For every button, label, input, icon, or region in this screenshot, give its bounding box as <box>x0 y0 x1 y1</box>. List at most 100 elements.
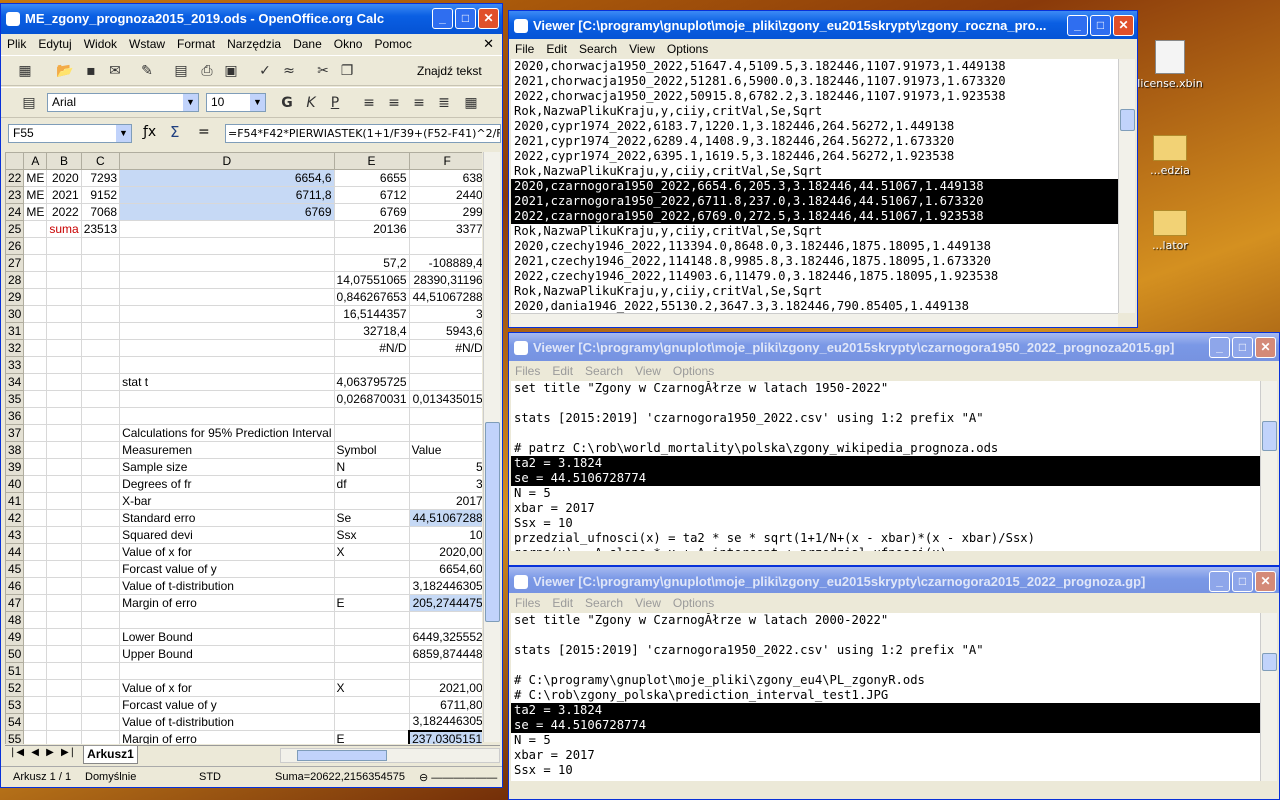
align-right-icon[interactable]: ≡ <box>409 93 429 113</box>
cell-a35[interactable] <box>23 390 48 408</box>
cell-f26[interactable] <box>408 237 482 255</box>
cell-d46[interactable]: Value of t-distribution <box>119 577 335 595</box>
row-header[interactable]: 41 <box>5 492 25 510</box>
scrollbar-thumb[interactable] <box>1120 109 1135 131</box>
cell-f46[interactable]: 3,182446305 <box>408 577 482 595</box>
cell-d40[interactable]: Degrees of fr <box>119 475 335 493</box>
cell-e25[interactable]: 20136 <box>333 220 410 238</box>
menu-format[interactable]: Format <box>177 37 215 51</box>
cell-b54[interactable] <box>46 713 82 731</box>
maximize-button[interactable]: □ <box>1232 337 1253 358</box>
row-header[interactable]: 25 <box>5 220 25 238</box>
cell-b43[interactable] <box>46 526 82 544</box>
cell-a34[interactable] <box>23 373 48 391</box>
cell-b47[interactable] <box>46 594 82 612</box>
cell-c46[interactable] <box>80 577 121 595</box>
cell-f54[interactable]: 3,182446305 <box>408 713 482 731</box>
menu-view[interactable]: View <box>635 364 661 378</box>
cell-a47[interactable] <box>23 594 48 612</box>
justify-icon[interactable]: ≣ <box>434 93 454 113</box>
menu-view[interactable]: View <box>629 42 655 56</box>
cell-f38[interactable]: Value <box>408 441 482 459</box>
calc-title-bar[interactable]: ME_zgony_prognoza2015_2019.ods - OpenOff… <box>1 4 502 34</box>
cell-c49[interactable] <box>80 628 121 646</box>
cell-e45[interactable] <box>333 560 410 578</box>
cell-c50[interactable] <box>80 645 121 663</box>
cell-e47[interactable]: E <box>333 594 410 612</box>
cell-f22[interactable]: 638 <box>408 169 482 187</box>
cell-f23[interactable]: 2440 <box>408 186 482 204</box>
sheet-tab-arkusz1[interactable]: Arkusz1 <box>83 746 138 764</box>
cell-a36[interactable] <box>23 407 48 425</box>
cell-a30[interactable] <box>23 305 48 323</box>
cell-e42[interactable]: Se <box>333 509 410 527</box>
formula-input[interactable]: =F54*F42*PIERWIASTEK(1+1/F39+(F52-F41)^2… <box>225 124 501 143</box>
cell-e31[interactable]: 32718,4 <box>333 322 410 340</box>
row-header[interactable]: 32 <box>5 339 25 357</box>
cell-e48[interactable] <box>333 611 410 629</box>
cell-e23[interactable]: 6712 <box>333 186 410 204</box>
merge-cells-icon[interactable]: ▦ <box>461 93 481 113</box>
autospellcheck-icon[interactable]: ≈ <box>279 61 299 81</box>
vertical-scrollbar[interactable] <box>1260 613 1277 781</box>
cell-f28[interactable]: 28390,31196 <box>408 271 482 289</box>
cell-a41[interactable] <box>23 492 48 510</box>
scrollbar-thumb[interactable] <box>485 422 500 622</box>
cell-c23[interactable]: 9152 <box>80 186 121 204</box>
cell-c25[interactable]: 23513 <box>80 220 121 238</box>
cell-c30[interactable] <box>80 305 121 323</box>
vertical-scrollbar[interactable] <box>483 152 500 742</box>
cell-d35[interactable] <box>119 390 335 408</box>
row-header[interactable]: 55 <box>5 730 25 744</box>
cell-b34[interactable] <box>46 373 82 391</box>
cell-b45[interactable] <box>46 560 82 578</box>
row-header[interactable]: 45 <box>5 560 25 578</box>
page-preview-icon[interactable]: ▣ <box>221 61 241 81</box>
row-header[interactable]: 30 <box>5 305 25 323</box>
cell-a39[interactable] <box>23 458 48 476</box>
menu-options[interactable]: Options <box>673 596 714 610</box>
cell-b52[interactable] <box>46 679 82 697</box>
new-document-icon[interactable]: ▦ <box>15 61 35 81</box>
bold-icon[interactable]: G <box>277 93 297 113</box>
cell-b50[interactable] <box>46 645 82 663</box>
minimize-button[interactable]: _ <box>1209 337 1230 358</box>
cell-d49[interactable]: Lower Bound <box>119 628 335 646</box>
cell-a43[interactable] <box>23 526 48 544</box>
row-header[interactable]: 23 <box>5 186 25 204</box>
row-header[interactable]: 34 <box>5 373 25 391</box>
minimize-button[interactable]: _ <box>1209 571 1230 592</box>
menu-file[interactable]: File <box>515 42 534 56</box>
edit-file-icon[interactable]: ✎ <box>137 61 157 81</box>
cell-c55[interactable] <box>80 730 121 744</box>
cell-b37[interactable] <box>46 424 82 442</box>
underline-icon[interactable]: P <box>325 93 345 113</box>
cell-f33[interactable] <box>408 356 482 374</box>
cell-b44[interactable] <box>46 543 82 561</box>
column-header-e[interactable]: E <box>333 152 410 170</box>
cell-e36[interactable] <box>333 407 410 425</box>
cell-c47[interactable] <box>80 594 121 612</box>
cell-b40[interactable] <box>46 475 82 493</box>
cell-d31[interactable] <box>119 322 335 340</box>
cell-c22[interactable]: 7293 <box>80 169 121 187</box>
close-document-icon[interactable]: ✕ <box>483 36 494 52</box>
cell-d55[interactable]: Margin of erro <box>119 730 335 744</box>
cell-f41[interactable]: 2017 <box>408 492 482 510</box>
cell-f45[interactable]: 6654,60 <box>408 560 482 578</box>
cell-b30[interactable] <box>46 305 82 323</box>
cell-a44[interactable] <box>23 543 48 561</box>
find-text-box[interactable]: Znajdź tekst <box>417 64 482 78</box>
cell-d28[interactable] <box>119 271 335 289</box>
styles-icon[interactable]: ▤ <box>19 93 39 113</box>
cell-b33[interactable] <box>46 356 82 374</box>
cell-e52[interactable]: X <box>333 679 410 697</box>
font-name-combo[interactable]: Arial ▼ <box>47 93 199 112</box>
cell-e34[interactable]: 4,063795725 <box>333 373 410 391</box>
cell-a51[interactable] <box>23 662 48 680</box>
cell-b41[interactable] <box>46 492 82 510</box>
cell-a22[interactable]: ME <box>23 169 48 187</box>
cell-a32[interactable] <box>23 339 48 357</box>
horizontal-scrollbar[interactable] <box>280 748 500 763</box>
cell-c41[interactable] <box>80 492 121 510</box>
